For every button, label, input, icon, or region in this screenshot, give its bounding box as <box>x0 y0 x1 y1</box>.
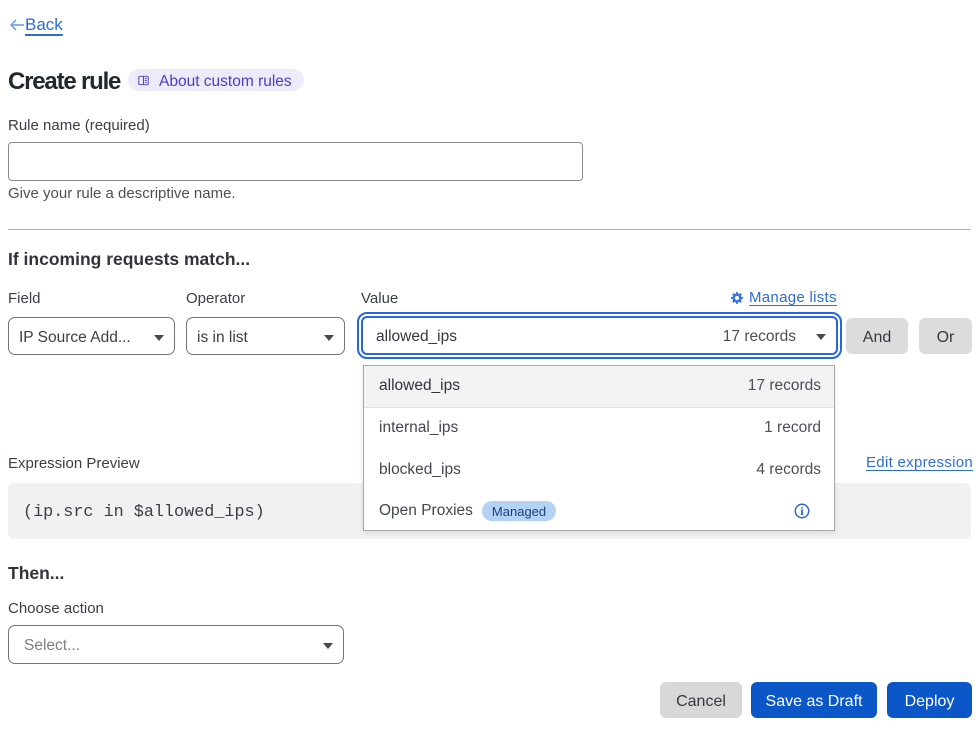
svg-text:i: i <box>800 504 804 518</box>
